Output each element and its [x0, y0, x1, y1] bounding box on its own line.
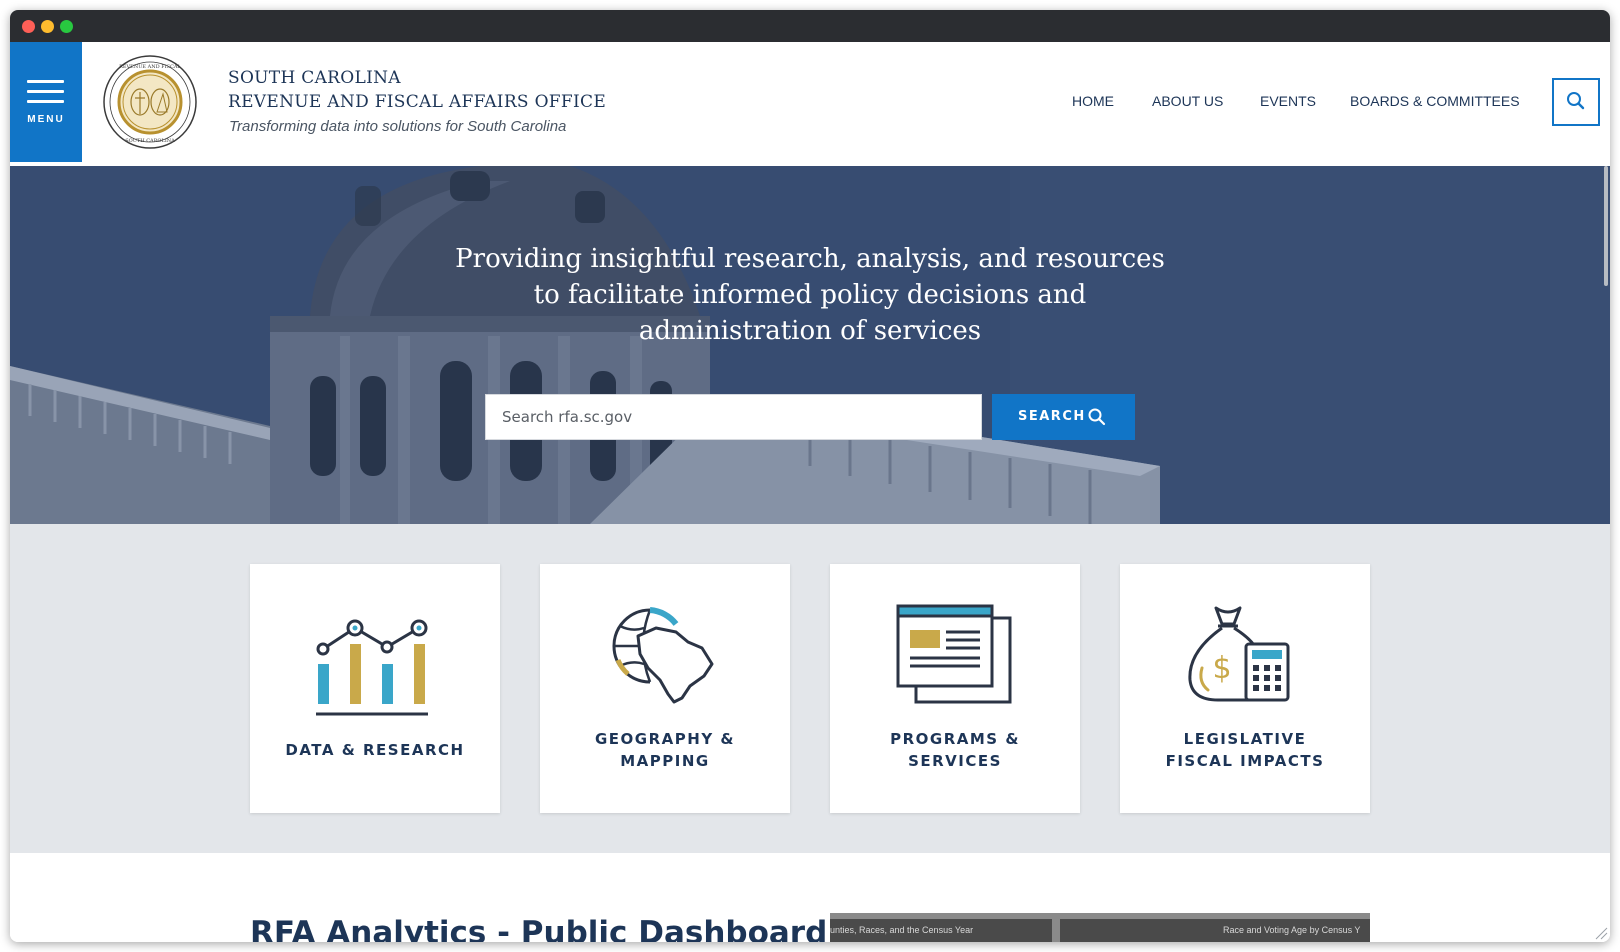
- svg-text:$: $: [1212, 651, 1231, 686]
- minimize-window-button[interactable]: [41, 20, 54, 33]
- window-titlebar: [10, 10, 1610, 42]
- header-search-button[interactable]: [1552, 78, 1600, 126]
- state-seal-logo[interactable]: REVENUE AND FISCAL SOUTH CAROLINA: [102, 54, 198, 150]
- card-label: PROGRAMS & SERVICES: [890, 730, 1020, 770]
- hero-heading-line-3: administration of services: [638, 316, 982, 346]
- card-geography-mapping[interactable]: GEOGRAPHY & MAPPING: [540, 564, 790, 813]
- quick-links-section: DATA & RESEARCH GEOGRAPHY & MAPPING PROG…: [10, 524, 1610, 853]
- page-viewport: MENU REVENUE AND FISCAL SOUTH CAROLINA S…: [10, 42, 1610, 942]
- money-calculator-icon: $: [1188, 606, 1290, 702]
- dashboard-preview-image[interactable]: unties, Races, and the Census Year Race …: [830, 913, 1370, 942]
- site-search-button[interactable]: SEARCH: [992, 394, 1135, 440]
- hero-banner: Providing insightful research, analysis,…: [10, 166, 1610, 524]
- card-data-research[interactable]: DATA & RESEARCH: [250, 564, 500, 813]
- site-tagline: Transforming data into solutions for Sou…: [229, 118, 567, 135]
- search-icon: [1567, 92, 1585, 110]
- svg-text:REVENUE AND FISCAL: REVENUE AND FISCAL: [119, 64, 181, 70]
- nav-events[interactable]: EVENTS: [1260, 93, 1316, 109]
- card-label: DATA & RESEARCH: [285, 741, 465, 759]
- card-programs-services[interactable]: PROGRAMS & SERVICES: [830, 564, 1080, 813]
- hamburger-icon: [27, 80, 64, 83]
- site-search-input[interactable]: [485, 394, 982, 440]
- resize-grip-icon[interactable]: [1594, 926, 1608, 940]
- brand-line-1[interactable]: SOUTH CAROLINA: [228, 68, 401, 88]
- search-icon: [1088, 408, 1106, 426]
- documents-icon: [896, 604, 1012, 704]
- hero-heading-line-1: Providing insightful research, analysis,…: [455, 244, 1165, 274]
- nav-home[interactable]: HOME: [1072, 93, 1114, 109]
- maximize-window-button[interactable]: [60, 20, 73, 33]
- dashboard-preview-caption-right: Race and Voting Age by Census Y: [1223, 925, 1361, 935]
- dashboard-preview-caption-left: unties, Races, and the Census Year: [830, 925, 974, 935]
- close-window-button[interactable]: [22, 20, 35, 33]
- bar-chart-icon: [316, 619, 428, 716]
- search-button-label: SEARCH: [1018, 409, 1086, 424]
- brand-line-2[interactable]: REVENUE AND FISCAL AFFAIRS OFFICE: [228, 92, 606, 112]
- page-scrollbar[interactable]: [1604, 166, 1608, 286]
- card-legislative-fiscal-impacts[interactable]: $ LEGISLATIVE FISCAL IMPACTS: [1120, 564, 1370, 813]
- card-label: GEOGRAPHY & MAPPING: [595, 730, 735, 770]
- nav-about-us[interactable]: ABOUT US: [1152, 93, 1223, 109]
- dashboard-section: RFA Analytics - Public Dashboard unties,…: [10, 853, 1610, 942]
- site-header: MENU REVENUE AND FISCAL SOUTH CAROLINA S…: [10, 42, 1610, 162]
- nav-boards-committees[interactable]: BOARDS & COMMITTEES: [1350, 93, 1520, 109]
- menu-label: MENU: [27, 114, 65, 125]
- svg-text:SOUTH CAROLINA: SOUTH CAROLINA: [125, 138, 175, 144]
- globe-map-icon: [612, 607, 714, 704]
- dashboard-heading: RFA Analytics - Public Dashboard: [250, 915, 828, 942]
- card-label: LEGISLATIVE FISCAL IMPACTS: [1165, 730, 1325, 770]
- browser-window: MENU REVENUE AND FISCAL SOUTH CAROLINA S…: [10, 10, 1610, 942]
- hero-heading-line-2: to facilitate informed policy decisions …: [533, 280, 1087, 310]
- menu-button[interactable]: MENU: [10, 42, 82, 162]
